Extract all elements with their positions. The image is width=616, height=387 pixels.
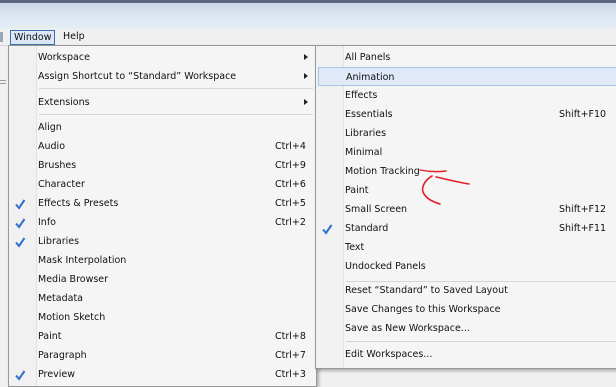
menu-item-label: Character: [38, 179, 85, 190]
menu-item-label: Motion Tracking: [345, 166, 420, 177]
menu-separator: [39, 88, 313, 89]
menu-item-label: Audio: [38, 141, 66, 152]
menu-item-label: Motion Sketch: [38, 312, 106, 323]
checkmark-icon: [15, 237, 26, 248]
menu-item-label: Paint: [38, 331, 62, 342]
checkmark-icon: [15, 218, 26, 229]
menu-bar-edge: [0, 32, 3, 42]
menu-item-label: Minimal: [345, 147, 383, 158]
menu-item-label: Info: [38, 217, 56, 228]
checkmark-icon: [15, 199, 26, 210]
window-menu-item-align[interactable]: Align: [11, 118, 313, 137]
workspace-item-animation[interactable]: Animation: [318, 67, 616, 86]
submenu-arrow-icon: [304, 99, 308, 105]
menu-item-label: Libraries: [345, 128, 387, 139]
menu-item-shortcut: Ctrl+5: [275, 198, 306, 209]
menu-item-label: Mask Interpolation: [38, 255, 127, 266]
window-menu-item-paragraph[interactable]: Paragraph Ctrl+7: [11, 346, 313, 365]
left-panel-mark: [0, 80, 6, 81]
menu-item-label: Libraries: [38, 236, 80, 247]
menu-item-label: Assign Shortcut to “Standard” Workspace: [38, 71, 237, 82]
submenu-arrow-icon: [304, 73, 308, 79]
workspace-item-essentials[interactable]: Essentials Shift+F10: [318, 105, 616, 124]
window-menu-item-audio[interactable]: Audio Ctrl+4: [11, 137, 313, 156]
menu-item-label: Animation: [346, 72, 395, 83]
window-menu: Workspace Assign Shortcut to “Standard” …: [8, 45, 317, 387]
window-menu-item-metadata[interactable]: Metadata: [11, 289, 313, 308]
checkmark-icon: [15, 370, 26, 381]
menu-item-label: Align: [38, 122, 62, 133]
menu-item-label: Save Changes to this Workspace: [345, 304, 501, 315]
workspace-submenu: All Panels Animation Effects Essentials Shif…: [315, 45, 616, 369]
window-menu-item-libraries[interactable]: Libraries: [11, 232, 313, 251]
menu-item-label: Extensions: [38, 97, 90, 108]
menu-item-label: Text: [345, 242, 365, 253]
menu-item-label: Paragraph: [38, 350, 87, 361]
menu-item-shortcut: Shift+F10: [559, 109, 607, 120]
menu-item-shortcut: Ctrl+4: [275, 141, 306, 152]
menu-item-label: Reset “Standard” to Saved Layout: [345, 285, 508, 296]
menu-item-label: Media Browser: [38, 274, 109, 285]
menu-item-label: Essentials: [345, 109, 393, 120]
workspace-item-motion-tracking[interactable]: Motion Tracking: [318, 162, 616, 181]
window-menu-item-brushes[interactable]: Brushes Ctrl+9: [11, 156, 313, 175]
menu-item-label: Metadata: [38, 293, 83, 304]
workspace-item-paint[interactable]: Paint: [318, 181, 616, 200]
title-bar: [0, 0, 616, 30]
menu-separator: [39, 114, 313, 115]
window-menu-item-mask-interpolation[interactable]: Mask Interpolation: [11, 251, 313, 270]
checkmark-icon: [322, 224, 333, 235]
menu-item-label: Preview: [38, 369, 75, 380]
menu-item-workspace[interactable]: Workspace: [11, 48, 313, 67]
menu-bar: Window Help: [0, 29, 616, 46]
menu-item-shortcut: Ctrl+6: [275, 179, 306, 190]
menu-item-label: Effects: [345, 90, 378, 101]
workspace-item-effects[interactable]: Effects: [318, 86, 616, 105]
menu-item-label: Paint: [345, 185, 369, 196]
menu-item-shortcut: Ctrl+7: [275, 350, 306, 361]
menu-item-label: Brushes: [38, 160, 77, 171]
window-menu-item-motion-sketch[interactable]: Motion Sketch: [11, 308, 313, 327]
workspace-item-libraries[interactable]: Libraries: [318, 124, 616, 143]
submenu-arrow-icon: [304, 54, 308, 60]
workspace-item-undocked-panels[interactable]: Undocked Panels: [318, 257, 616, 276]
window-menu-item-character[interactable]: Character Ctrl+6: [11, 175, 313, 194]
menu-item-shortcut: Ctrl+2: [275, 217, 306, 228]
menu-item-label: Effects & Presets: [38, 198, 119, 209]
window-menu-item-preview[interactable]: Preview Ctrl+3: [11, 365, 313, 384]
menu-item-label: Standard: [345, 223, 389, 234]
menu-item-save-changes[interactable]: Save Changes to this Workspace: [318, 300, 616, 319]
menu-item-shortcut: Ctrl+3: [275, 369, 306, 380]
window-menu-item-effects-presets[interactable]: Effects & Presets Ctrl+5: [11, 194, 313, 213]
menu-item-label: Small Screen: [345, 204, 408, 215]
window-menu-item-paint[interactable]: Paint Ctrl+8: [11, 327, 313, 346]
menu-item-assign-shortcut[interactable]: Assign Shortcut to “Standard” Workspace: [11, 67, 313, 86]
workspace-item-minimal[interactable]: Minimal: [318, 143, 616, 162]
menu-window[interactable]: Window: [10, 30, 56, 45]
menu-item-shortcut: Ctrl+8: [275, 331, 306, 342]
menu-item-label: Edit Workspaces...: [345, 349, 433, 360]
menu-item-save-new-workspace[interactable]: Save as New Workspace...: [318, 319, 616, 338]
menu-item-shortcut: Ctrl+9: [275, 160, 306, 171]
window-menu-item-info[interactable]: Info Ctrl+2: [11, 213, 313, 232]
menu-item-reset-workspace[interactable]: Reset “Standard” to Saved Layout: [318, 281, 616, 300]
menu-item-shortcut: Shift+F12: [559, 204, 607, 215]
menu-item-label: Workspace: [38, 52, 90, 63]
menu-item-label: All Panels: [345, 52, 391, 63]
workspace-item-small-screen[interactable]: Small Screen Shift+F12: [318, 200, 616, 219]
menu-separator: [346, 341, 616, 342]
menu-item-shortcut: Shift+F11: [559, 223, 607, 234]
menu-help[interactable]: Help: [60, 30, 88, 43]
workspace-item-all-panels[interactable]: All Panels: [318, 48, 616, 67]
menu-item-label: Undocked Panels: [345, 261, 426, 272]
window-menu-item-media-browser[interactable]: Media Browser: [11, 270, 313, 289]
left-panel-mark: [0, 83, 6, 84]
workspace-item-standard[interactable]: Standard Shift+F11: [318, 219, 616, 238]
menu-item-label: Save as New Workspace...: [345, 323, 470, 334]
workspace-item-text[interactable]: Text: [318, 238, 616, 257]
menu-item-edit-workspaces[interactable]: Edit Workspaces...: [318, 345, 616, 364]
menu-item-extensions[interactable]: Extensions: [11, 93, 313, 112]
